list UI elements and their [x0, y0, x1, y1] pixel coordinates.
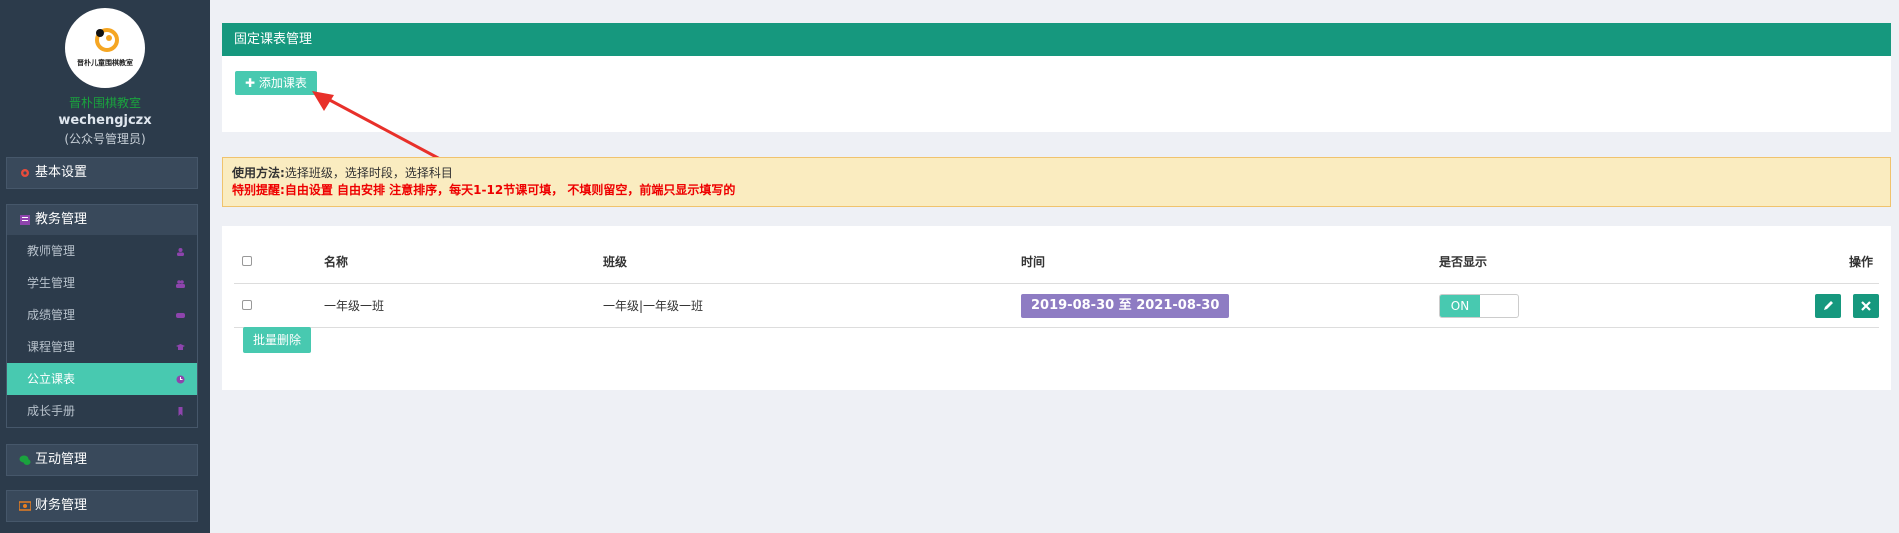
sidebar-item-label: 成长手册: [27, 404, 76, 418]
edit-button[interactable]: [1815, 294, 1841, 318]
row-checkbox[interactable]: [242, 300, 252, 310]
tip-text: 自由设置 自由安排 注意排序，每天1-12节课可填， 不填则留空，前端只显示填写…: [284, 183, 736, 197]
menu-head-academic[interactable]: 教务管理: [7, 205, 197, 235]
menu-group-academic: 教务管理 教师管理 学生管理 成绩管理 课程管理 公立课表 成长手册: [6, 204, 198, 428]
usage-text: 选择班级，选择时段，选择科目: [284, 166, 453, 180]
sidebar: 晋朴儿童围棋教室 晋朴围棋教室 wechengjczx (公众号管理员) 基本设…: [0, 0, 210, 533]
header-time: 时间: [1021, 255, 1046, 269]
usage-notice: 使用方法:选择班级，选择时段，选择科目 特别提醒:自由设置 自由安排 注意排序，…: [222, 157, 1891, 207]
menu-head-interaction[interactable]: 互动管理: [7, 445, 197, 475]
profile: 晋朴儿童围棋教室 晋朴围棋教室 wechengjczx (公众号管理员): [0, 0, 210, 150]
pencil-icon: [1824, 301, 1833, 310]
select-all-checkbox[interactable]: [242, 256, 252, 266]
sidebar-item-label: 成绩管理: [27, 308, 76, 322]
display-toggle[interactable]: ON: [1439, 294, 1519, 318]
menu-group-finance[interactable]: 财务管理: [6, 490, 198, 522]
menu-head-finance[interactable]: 财务管理: [7, 491, 197, 521]
sidebar-item-label: 学生管理: [27, 276, 76, 290]
sidebar-item-label: 公立课表: [27, 372, 76, 386]
row-name: 一年级一班: [324, 299, 385, 313]
table-header: 名称 班级 时间 是否显示 操作: [234, 240, 1879, 284]
username: wechengjczx: [58, 113, 152, 128]
sidebar-item-students[interactable]: 学生管理: [7, 267, 197, 299]
money-icon: [19, 501, 31, 511]
logo-text: 晋朴儿童围棋教室: [77, 59, 133, 67]
sidebar-item-courses[interactable]: 课程管理: [7, 331, 197, 363]
annotation-arrow: [312, 91, 441, 161]
clock-icon: [176, 375, 185, 384]
header-actions: 操作: [1848, 255, 1873, 269]
row-class: 一年级|一年级一班: [603, 299, 704, 313]
row-time-cell: 2019-08-30 至 2021-08-30: [1021, 284, 1230, 328]
school-name: 晋朴围棋教室: [68, 96, 141, 110]
menu-head-basic[interactable]: 基本设置: [7, 158, 197, 188]
menu-head-label: 教务管理: [35, 212, 88, 227]
usage-line: 使用方法:选择班级，选择时段，选择科目: [232, 165, 1881, 182]
menu-group-basic[interactable]: 基本设置: [6, 157, 198, 189]
wechat-icon: [19, 455, 31, 465]
avatar: 晋朴儿童围棋教室: [65, 8, 145, 88]
plus-icon: ✚: [245, 76, 256, 90]
bookmark-icon: [178, 407, 183, 416]
users-icon: [176, 280, 185, 288]
tip-label: 特别提醒:: [232, 183, 285, 197]
list-icon: [20, 215, 30, 225]
gear-icon: [21, 169, 29, 177]
user-role: (公众号管理员): [64, 132, 146, 146]
close-icon: [1861, 301, 1871, 311]
table-row: 一年级一班 一年级|一年级一班 2019-08-30 至 2021-08-30 …: [234, 284, 1879, 328]
header-class: 班级: [603, 255, 628, 269]
header-name: 名称: [324, 255, 349, 269]
menu-head-label: 基本设置: [35, 165, 88, 180]
tip-line: 特别提醒:自由设置 自由安排 注意排序，每天1-12节课可填， 不填则留空，前端…: [232, 182, 1881, 199]
sidebar-item-teachers[interactable]: 教师管理: [7, 235, 197, 267]
sidebar-item-grades[interactable]: 成绩管理: [7, 299, 197, 331]
panel-title: 固定课表管理: [222, 23, 1891, 56]
timetable-list-panel: 名称 班级 时间 是否显示 操作 一年级一班 一年级|一年级一班 2019-08…: [222, 226, 1891, 390]
gamepad-icon: [176, 313, 185, 318]
toggle-on-label: ON: [1440, 295, 1480, 317]
menu-head-label: 财务管理: [35, 498, 88, 513]
sidebar-item-timetable[interactable]: 公立课表: [7, 363, 197, 395]
header-display: 是否显示: [1439, 255, 1488, 269]
menu-group-interaction[interactable]: 互动管理: [6, 444, 198, 476]
date-range-badge: 2019-08-30 至 2021-08-30: [1021, 294, 1230, 318]
sidebar-item-growth-handbook[interactable]: 成长手册: [7, 395, 197, 427]
sidebar-item-label: 课程管理: [27, 340, 76, 354]
sidebar-item-label: 教师管理: [27, 244, 76, 258]
usage-label: 使用方法:: [232, 166, 285, 180]
timetable-panel: 固定课表管理 ✚ 添加课表: [222, 23, 1891, 132]
user-icon: [177, 248, 184, 256]
logo-icon: [95, 28, 119, 52]
graduation-cap-icon: [176, 344, 185, 350]
delete-button[interactable]: [1853, 294, 1879, 318]
menu-head-label: 互动管理: [35, 452, 88, 467]
batch-delete-button[interactable]: 批量删除: [243, 327, 312, 353]
